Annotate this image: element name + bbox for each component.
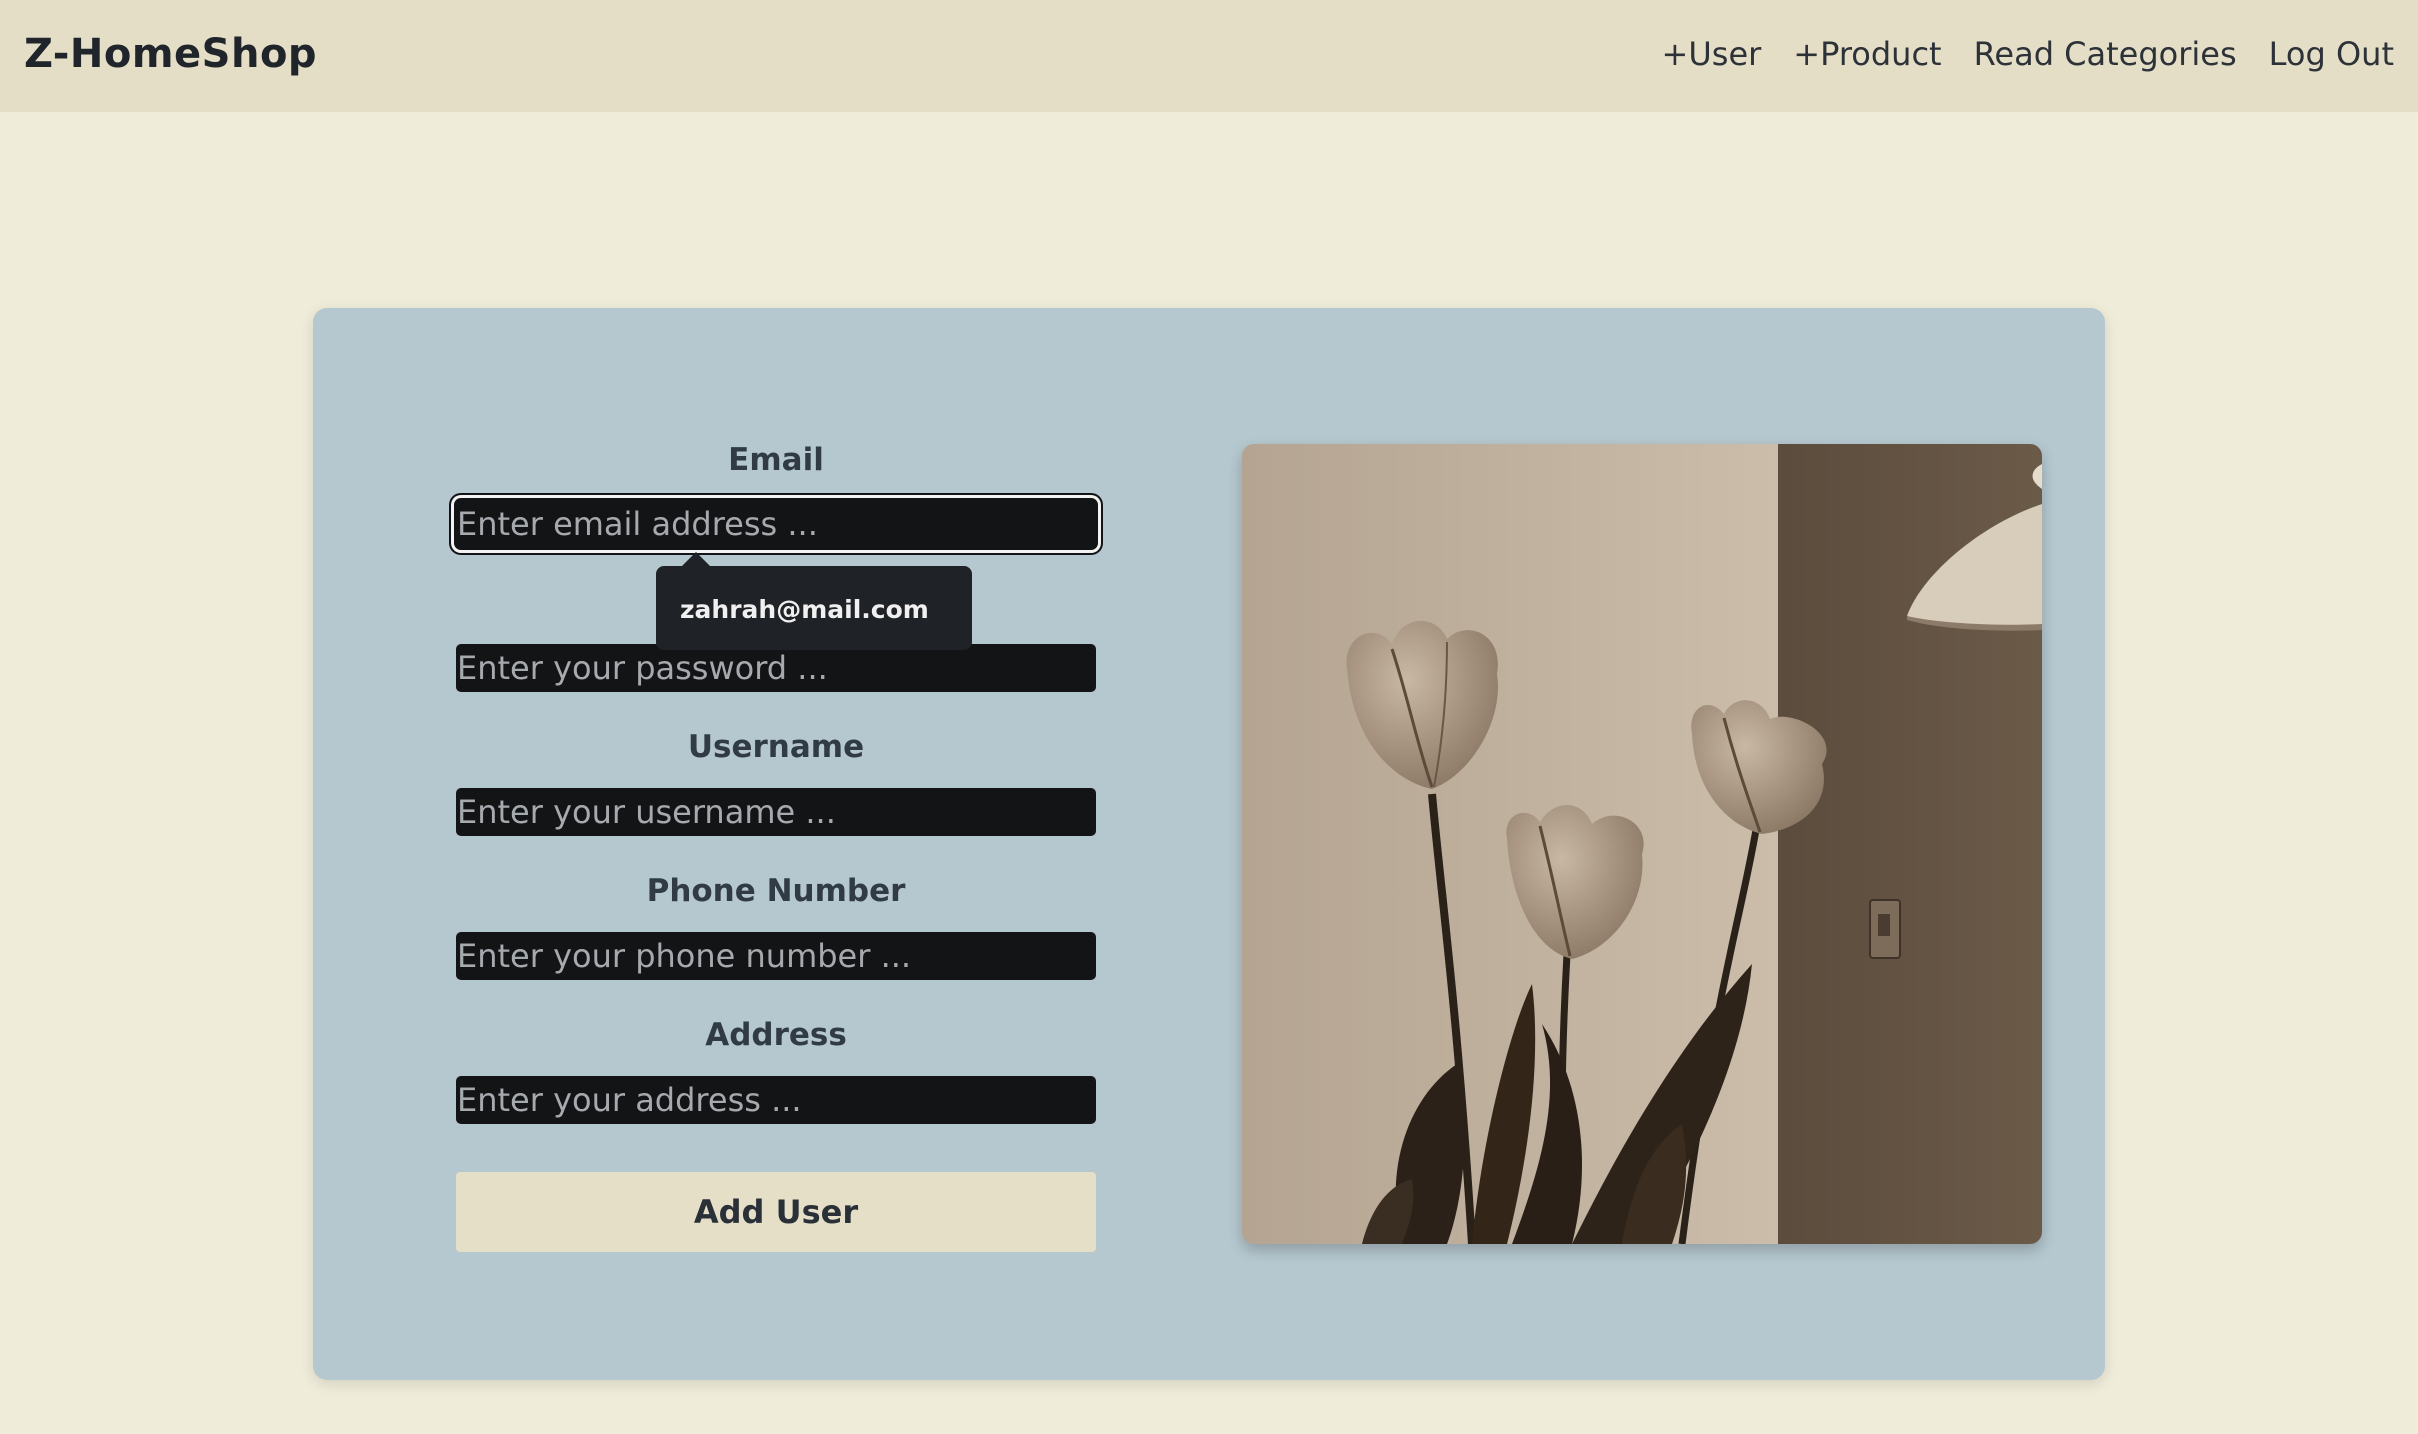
address-input[interactable] bbox=[456, 1076, 1096, 1124]
brand-logo[interactable]: Z-HomeShop bbox=[24, 0, 317, 112]
tulips-photo bbox=[1242, 444, 2042, 1244]
phone-number-input[interactable] bbox=[456, 932, 1096, 980]
address-label: Address bbox=[705, 1017, 847, 1053]
navbar: Z-HomeShop +User +Product Read Categorie… bbox=[0, 0, 2418, 112]
email-autocomplete-suggestion[interactable]: zahrah@mail.com bbox=[656, 552, 972, 650]
nav-link-read-categories[interactable]: Read Categories bbox=[1974, 38, 2237, 74]
tooltip-arrow bbox=[682, 552, 710, 566]
nav-link-add-product[interactable]: +Product bbox=[1793, 38, 1941, 74]
nav-links: +User +Product Read Categories Log Out bbox=[1662, 0, 2394, 112]
email-label: Email bbox=[728, 442, 824, 478]
username-label: Username bbox=[687, 729, 865, 765]
username-input[interactable] bbox=[456, 788, 1096, 836]
phone-number-label: Phone Number bbox=[646, 873, 906, 909]
nav-link-add-user[interactable]: +User bbox=[1662, 38, 1762, 74]
add-user-button[interactable]: Add User bbox=[456, 1172, 1096, 1252]
suggestion-text: zahrah@mail.com bbox=[680, 595, 929, 624]
email-input[interactable] bbox=[456, 500, 1096, 548]
add-user-card: Email zahrah@mail.com Username Phone Num… bbox=[313, 308, 2105, 1380]
password-input[interactable] bbox=[456, 644, 1096, 692]
nav-link-log-out[interactable]: Log Out bbox=[2269, 38, 2394, 74]
